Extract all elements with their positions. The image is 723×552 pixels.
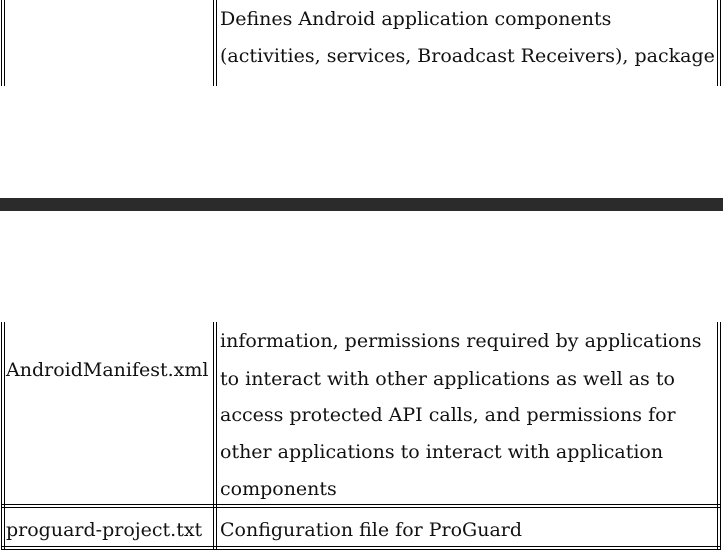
column-divider (216, 322, 217, 550)
column-divider (216, 0, 217, 86)
description-line: Defines Android application components (220, 8, 612, 30)
column-divider (213, 322, 214, 550)
description-line: (activities, services, Broadcast Receive… (220, 45, 715, 67)
table-border (1, 0, 2, 86)
table-bottom-border (1, 549, 721, 550)
description-line: Configuration file for ProGuard (220, 519, 523, 541)
file-name-cell: proguard-project.txt (6, 519, 203, 541)
description-line: other applications to interact with appl… (220, 441, 664, 463)
table-border (4, 322, 5, 550)
description-line: to interact with other applications as w… (220, 368, 675, 390)
page-separator (0, 198, 723, 211)
description-line: information, permissions required by app… (220, 330, 702, 352)
file-name-cell: AndroidManifest.xml (6, 359, 209, 381)
row-divider (1, 507, 721, 508)
description-line: access protected API calls, and permissi… (220, 404, 676, 426)
table-border (717, 0, 718, 86)
document-page: Defines Android application components (… (0, 0, 723, 552)
table-border (720, 0, 721, 86)
column-divider (213, 0, 214, 86)
table-border (4, 0, 5, 86)
table-fragment-bottom: AndroidManifest.xml information, permiss… (0, 322, 723, 552)
table-fragment-top: Defines Android application components (… (0, 0, 723, 86)
row-divider (1, 504, 721, 505)
table-border (1, 322, 2, 550)
table-border (717, 322, 718, 550)
description-line: components (220, 478, 337, 500)
table-border (720, 322, 721, 550)
